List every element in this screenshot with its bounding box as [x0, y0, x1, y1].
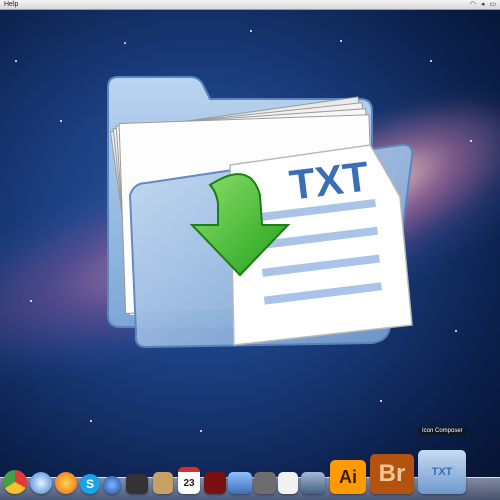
- txt-folder-download-icon[interactable]: TXT: [100, 75, 420, 355]
- preview-icon[interactable]: [254, 472, 276, 494]
- dock: S 23 Ai Br TXT: [0, 450, 500, 500]
- star: [455, 330, 457, 332]
- star: [90, 420, 92, 422]
- chrome-icon[interactable]: [3, 470, 27, 494]
- calendar-icon[interactable]: 23: [178, 467, 200, 494]
- txt-label: TXT: [287, 152, 372, 208]
- star: [380, 400, 382, 402]
- image-capture-icon[interactable]: [301, 472, 325, 494]
- book-icon[interactable]: [153, 472, 173, 494]
- icon-composer-icon[interactable]: TXT: [418, 450, 466, 494]
- skype-icon[interactable]: S: [80, 474, 100, 494]
- battery-icon[interactable]: ▭: [489, 0, 496, 9]
- star: [30, 300, 32, 302]
- bridge-icon[interactable]: Br: [370, 454, 414, 494]
- dock-tooltip: Icon Composer: [418, 427, 467, 435]
- star: [250, 30, 252, 32]
- firefox-icon[interactable]: [55, 472, 77, 494]
- menu-help[interactable]: Help: [4, 0, 18, 9]
- quicktime-icon[interactable]: [103, 476, 121, 494]
- menubar-status-icons: ◠ ◂ ▭: [470, 0, 496, 9]
- star: [470, 140, 472, 142]
- star: [340, 40, 342, 42]
- wifi-icon[interactable]: ◠: [470, 0, 476, 9]
- star: [430, 60, 432, 62]
- volume-icon[interactable]: ◂: [481, 0, 485, 9]
- safari-icon[interactable]: [30, 472, 52, 494]
- star: [60, 120, 62, 122]
- star: [200, 430, 202, 432]
- iphoto-icon[interactable]: [228, 472, 252, 494]
- menu-bar: Help ◠ ◂ ▭: [0, 0, 500, 10]
- star: [15, 60, 17, 62]
- camera-icon[interactable]: [126, 474, 148, 494]
- star: [124, 42, 126, 44]
- illustrator-icon[interactable]: Ai: [330, 460, 366, 494]
- photo-booth-icon[interactable]: [204, 472, 226, 494]
- paper-icon[interactable]: [278, 472, 298, 494]
